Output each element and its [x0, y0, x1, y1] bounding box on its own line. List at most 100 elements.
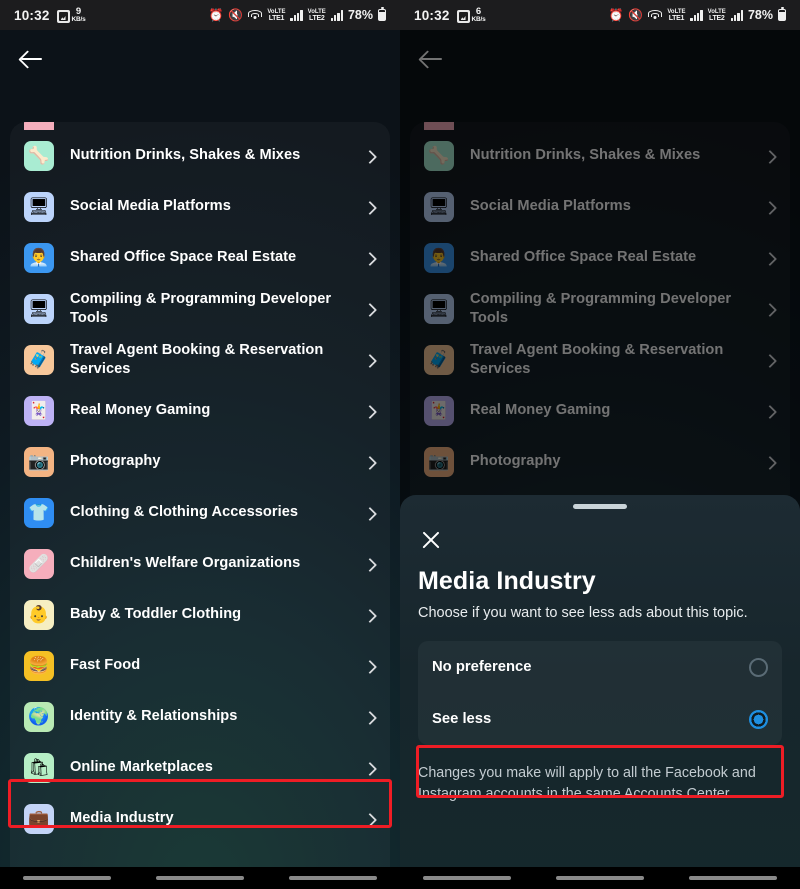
preference-options: No preference See less — [418, 641, 782, 745]
status-icons-right: ⏰ 🔇 VoLTE LTE1 VoLTE LTE2 78% — [608, 7, 786, 22]
list-item-label: Fast Food — [70, 657, 141, 674]
chevron-right-icon — [364, 354, 376, 366]
photography-icon: 📷 — [24, 446, 54, 477]
social-media-icon: 🖥 — [24, 191, 54, 222]
list-item[interactable]: 🖥 Compiling & Programming Developer Tools — [10, 283, 390, 334]
list-item-label: Media Industry — [70, 810, 174, 827]
battery-icon — [778, 7, 786, 21]
list-item[interactable]: 🦴 Nutrition Drinks, Shakes & Mixes — [10, 130, 390, 181]
volume-mute-icon: 🔇 — [628, 8, 644, 22]
nutrition-drink-icon: 🦴 — [24, 140, 54, 171]
list-item[interactable]: 🖥 Social Media Platforms — [10, 181, 390, 232]
list-item-label: Compiling & Programming Developer Tools — [70, 291, 332, 326]
option-label: No preference — [432, 659, 532, 675]
list-item-label: Photography — [70, 453, 161, 470]
android-nav-bar — [0, 867, 800, 889]
network-speed-right: 6 KB/s — [472, 7, 486, 23]
sheet-drag-handle[interactable] — [573, 504, 627, 509]
chevron-right-icon — [364, 150, 376, 162]
chevron-right-icon — [364, 609, 376, 621]
sim2-volte-icon: VoLTE LTE2 — [307, 8, 326, 22]
app-screen-left: 🦴 Nutrition Drinks, Shakes & Mixes 🖥 Social… — [0, 30, 400, 889]
nav-recents-button[interactable] — [22, 876, 111, 880]
chevron-right-icon — [364, 558, 376, 570]
partial-icon — [24, 122, 54, 130]
list-item-label: Baby & Toddler Clothing — [70, 606, 242, 623]
chevron-right-icon — [364, 303, 376, 315]
list-item-label: Online Marketplaces — [70, 759, 213, 776]
chevron-right-icon — [364, 456, 376, 468]
list-item[interactable]: 🍔 Fast Food — [10, 640, 390, 691]
chevron-right-icon — [364, 507, 376, 519]
battery-percent: 78% — [747, 8, 773, 22]
alarm-icon: ⏰ — [608, 8, 624, 22]
clothing-icon: 👕 — [24, 497, 54, 528]
phone-panel-left: 10:32 9 KB/s ⏰ 🔇 VoLTE LTE1 VoLTE LTE2 7… — [0, 0, 400, 889]
list-item[interactable]: 🛍 Online Marketplaces — [10, 742, 390, 793]
option-no-preference[interactable]: No preference — [418, 641, 782, 693]
list-item[interactable]: 👨‍💼 Shared Office Space Real Estate — [10, 232, 390, 283]
list-item-label: Nutrition Drinks, Shakes & Mixes — [70, 147, 301, 164]
list-item[interactable]: 🩹 Children's Welfare Organizations — [10, 538, 390, 589]
nav-back-button[interactable] — [289, 876, 378, 880]
status-bar-left: 10:32 9 KB/s ⏰ 🔇 VoLTE LTE1 VoLTE LTE2 7… — [0, 0, 400, 30]
status-time: 10:32 — [414, 7, 450, 23]
chevron-right-icon — [364, 201, 376, 213]
phone-panel-right: 10:32 6 KB/s ⏰ 🔇 VoLTE LTE1 VoLTE LTE2 7… — [400, 0, 800, 889]
list-item[interactable]: 👶 Baby & Toddler Clothing — [10, 589, 390, 640]
sheet-subtitle: Choose if you want to see less ads about… — [418, 605, 748, 621]
list-item-partial — [10, 122, 390, 130]
radio-see-less[interactable] — [749, 709, 768, 729]
developer-tools-icon: 🖥 — [24, 293, 54, 324]
list-item[interactable]: 🧳 Travel Agent Booking & Reservation Serv… — [10, 334, 390, 385]
childrens-welfare-icon: 🩹 — [24, 548, 54, 579]
list-item[interactable]: 👕 Clothing & Clothing Accessories — [10, 487, 390, 538]
app-bar-left — [0, 30, 400, 88]
media-industry-icon: 💼 — [24, 803, 54, 834]
travel-booking-icon: 🧳 — [24, 344, 54, 375]
nav-recents-button-2[interactable] — [422, 876, 511, 880]
real-money-gaming-icon: 🃏 — [24, 395, 54, 426]
list-item-label: Shared Office Space Real Estate — [70, 249, 297, 266]
baby-clothing-icon: 👶 — [24, 599, 54, 630]
network-speed-group-right: 6 KB/s — [456, 7, 486, 23]
close-icon[interactable] — [418, 527, 444, 553]
list-item[interactable]: 💼 Media Industry — [10, 793, 390, 844]
identity-relationships-icon: 🌍 — [24, 701, 54, 732]
list-item[interactable]: 🃏 Real Money Gaming — [10, 385, 390, 436]
sim2-signal-icon — [730, 9, 743, 21]
list-item[interactable]: 📷 Photography — [10, 436, 390, 487]
network-speed-left: 9 KB/s — [72, 7, 86, 23]
wifi-icon — [648, 9, 663, 21]
alarm-icon: ⏰ — [208, 8, 224, 22]
list-item-label: Real Money Gaming — [70, 402, 211, 419]
shared-office-icon: 👨‍💼 — [24, 242, 54, 273]
nav-home-button[interactable] — [155, 876, 244, 880]
battery-icon — [378, 7, 386, 21]
status-icons-right: ⏰ 🔇 VoLTE LTE1 VoLTE LTE2 78% — [208, 7, 386, 22]
chevron-right-icon — [364, 405, 376, 417]
list-item-label: Travel Agent Booking & Reservation Servi… — [70, 342, 324, 377]
sheet-footer-note: Changes you make will apply to all the F… — [418, 765, 756, 802]
chevron-right-icon — [364, 252, 376, 264]
back-arrow-icon[interactable] — [18, 45, 46, 73]
list-item[interactable]: 🌍 Identity & Relationships — [10, 691, 390, 742]
sheet-title: Media Industry — [418, 567, 596, 595]
status-bar-right: 10:32 6 KB/s ⏰ 🔇 VoLTE LTE1 VoLTE LTE2 7… — [400, 0, 800, 30]
topics-list-left[interactable]: 🦴 Nutrition Drinks, Shakes & Mixes 🖥 Social… — [10, 122, 390, 889]
sim1-volte-icon: VoLTE LTE1 — [267, 8, 286, 22]
option-label: See less — [432, 711, 492, 727]
image-icon — [56, 10, 70, 23]
option-see-less[interactable]: See less — [418, 693, 782, 745]
online-marketplaces-icon: 🛍 — [24, 752, 54, 783]
app-screen-right: 🦴Nutrition Drinks, Shakes & Mixes🖥Social… — [400, 30, 800, 889]
volume-mute-icon: 🔇 — [228, 8, 244, 22]
radio-no-preference[interactable] — [749, 657, 768, 677]
sim1-signal-icon — [290, 9, 303, 21]
list-item-label: Children's Welfare Organizations — [70, 555, 301, 572]
nav-home-button-2[interactable] — [555, 876, 644, 880]
sim1-signal-icon — [690, 9, 703, 21]
nav-back-button-2[interactable] — [689, 876, 778, 880]
battery-percent: 78% — [347, 8, 373, 22]
chevron-right-icon — [364, 711, 376, 723]
